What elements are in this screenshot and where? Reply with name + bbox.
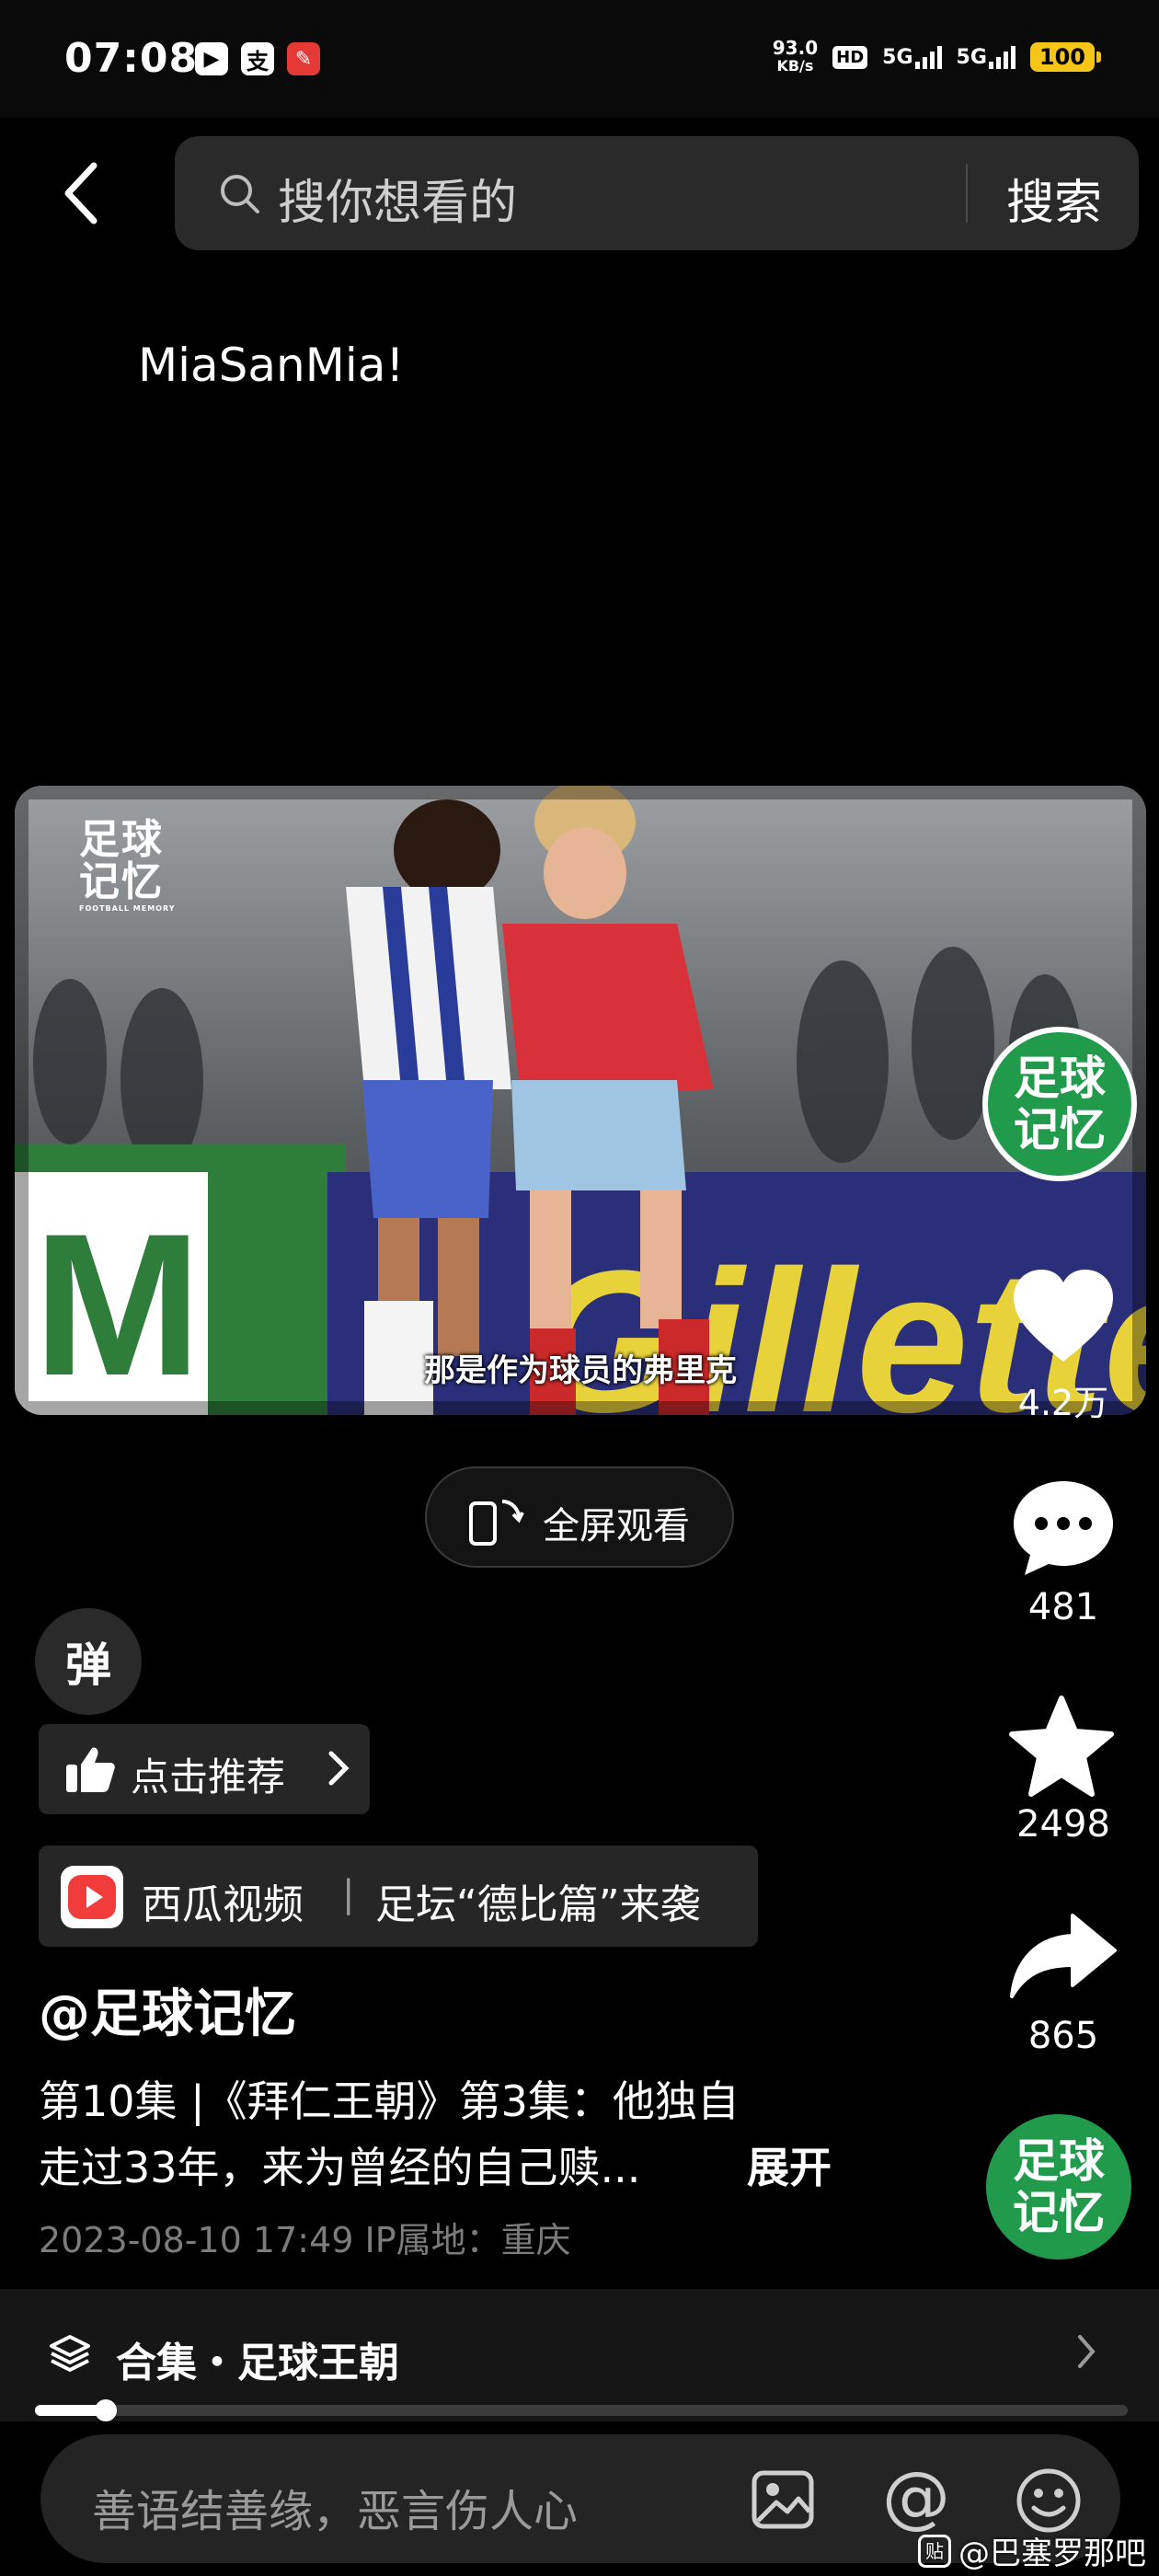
author-avatar[interactable]: 足球记忆: [982, 1027, 1137, 1181]
search-bar[interactable]: 搜你想看的 搜索: [175, 136, 1139, 250]
back-button[interactable]: [55, 156, 110, 230]
like-count: 4.2万: [1017, 1383, 1109, 1423]
tieba-watermark: 贴 @巴塞罗那吧: [918, 2528, 1146, 2573]
search-icon: [221, 175, 259, 213]
rotate-screen-icon: [469, 1500, 524, 1546]
network-speed-unit: KB/s: [776, 57, 814, 75]
play-icon: ▶: [195, 42, 228, 75]
music-disc-avatar[interactable]: 足球记忆: [986, 2114, 1131, 2260]
favorite-count: 2498: [1016, 1803, 1110, 1846]
comment-placeholder: 善语结善缘，恶言伤人心: [92, 2486, 579, 2537]
publish-meta: 2023-08-10 17:49 IP属地：重庆: [39, 2220, 571, 2260]
chevron-right-icon: [328, 1751, 350, 1786]
back-arrow-icon: [64, 162, 98, 224]
post-text: MiaSanMia!: [138, 339, 405, 392]
video-player[interactable]: M Gillette 足球记忆 FOOTBALL MEMORY 那是作为球员的弗…: [15, 786, 1146, 1415]
emoji-icon[interactable]: [1016, 2467, 1082, 2534]
author-name[interactable]: @足球记忆: [39, 1972, 296, 2047]
search-input[interactable]: 搜你想看的: [278, 164, 517, 233]
network-speed-value: 93.0: [772, 37, 819, 59]
search-button[interactable]: 搜索: [1006, 164, 1102, 233]
description-line-2: 走过33年，来为曾经的自己赎...: [39, 2143, 641, 2192]
heart-icon[interactable]: [1010, 1266, 1117, 1367]
recommend-label: 点击推荐: [131, 1754, 286, 1800]
network-speed: 93.0 KB/s: [773, 39, 818, 75]
sim2-label: 5G: [956, 46, 987, 69]
hd-icon: HD: [832, 45, 868, 69]
xigua-separator: |: [342, 1873, 355, 1915]
search-divider: [966, 164, 968, 223]
tieba-watermark-text: @巴塞罗那吧: [958, 2536, 1146, 2572]
image-icon[interactable]: [751, 2469, 815, 2530]
zhi-icon: 支: [241, 42, 274, 75]
status-time: 07:08: [64, 35, 199, 82]
xigua-topic: 足坛“德比篇”来袭: [375, 1881, 701, 1928]
danmaku-toggle-button[interactable]: 弹: [35, 1608, 142, 1715]
battery-icon: 100: [1029, 42, 1102, 72]
news-icon: ✎: [287, 42, 320, 75]
fullscreen-label: 全屏观看: [543, 1505, 690, 1547]
xigua-app-name: 西瓜视频: [142, 1881, 304, 1928]
comment-icon[interactable]: [1010, 1478, 1117, 1581]
thumbs-up-icon: [66, 1747, 115, 1792]
avatar-text: 足球记忆: [1014, 1052, 1106, 1156]
tieba-icon: 贴: [918, 2534, 951, 2568]
status-app-icons: ▶ 支 ✎: [195, 42, 320, 75]
at-mention-icon[interactable]: @: [878, 2458, 955, 2536]
video-subtitle: 那是作为球员的弗里克: [424, 1352, 737, 1389]
collection-bar[interactable]: 合集・足球王朝: [0, 2289, 1159, 2421]
xigua-promo-chip[interactable]: 西瓜视频 | 足坛“德比篇”来袭: [39, 1846, 758, 1947]
comment-count: 481: [1027, 1586, 1099, 1628]
description-line-1: 第10集 |《拜仁王朝》第3集：他独自: [39, 2076, 740, 2126]
status-indicators: 93.0 KB/s HD 5G 5G 100: [773, 39, 1102, 75]
music-disc-text: 足球记忆: [1013, 2134, 1105, 2239]
recommend-button[interactable]: 点击推荐: [39, 1724, 370, 1814]
collection-label: 合集・足球王朝: [116, 2340, 399, 2386]
star-icon[interactable]: [1006, 1695, 1117, 1800]
share-count: 865: [1027, 2015, 1099, 2057]
danmaku-label: 弹: [65, 1639, 111, 1692]
video-progress-bar[interactable]: [35, 2399, 1128, 2421]
xigua-logo-icon: [61, 1866, 123, 1928]
expand-link[interactable]: 展开: [747, 2134, 832, 2195]
layers-icon: [50, 2335, 90, 2372]
video-watermark-text: 足球记忆: [79, 816, 164, 905]
fullscreen-button[interactable]: 全屏观看: [425, 1466, 734, 1568]
video-watermark-subtext: FOOTBALL MEMORY: [79, 904, 176, 913]
status-bar: 07:08 ▶ 支 ✎ 93.0 KB/s HD 5G 5G 100: [0, 0, 1159, 118]
sim1-label: 5G: [882, 46, 913, 69]
chevron-right-icon: [1078, 2335, 1096, 2368]
signal-icon-2: 5G: [957, 45, 1016, 69]
signal-icon: 5G: [882, 45, 942, 69]
share-icon[interactable]: [1008, 1910, 1119, 2002]
video-watermark: 足球记忆 FOOTBALL MEMORY: [79, 819, 189, 914]
